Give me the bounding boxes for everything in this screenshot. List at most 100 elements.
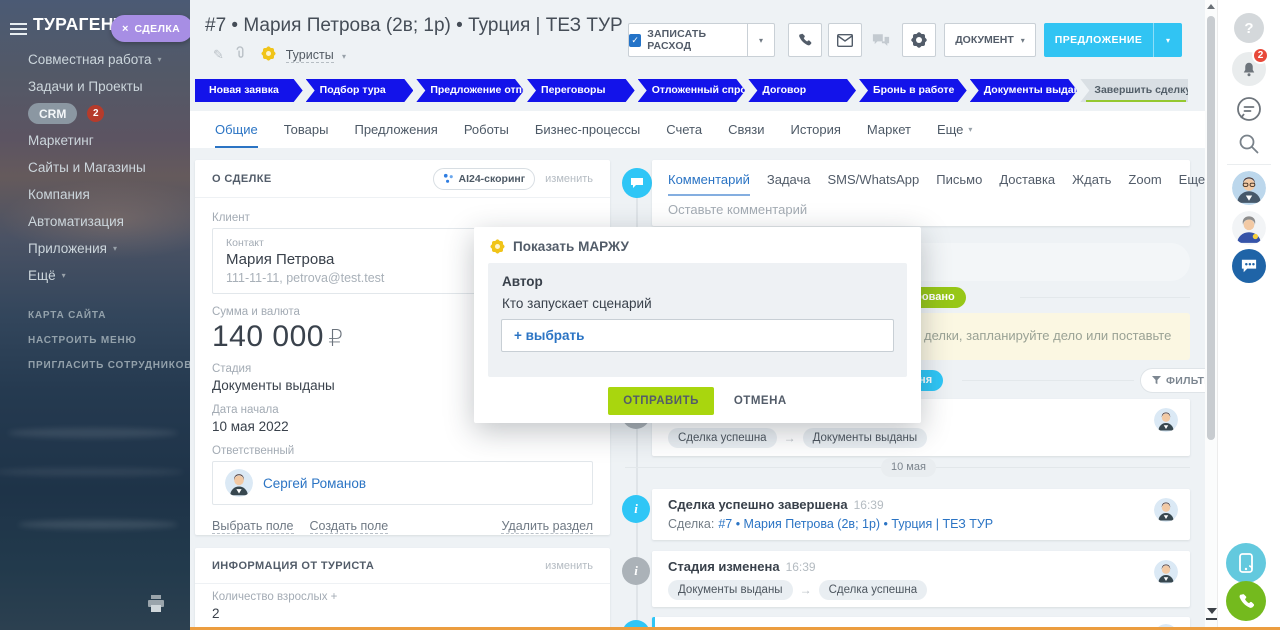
author-hint: Кто запускает сценарий <box>502 296 652 311</box>
tab-bizproc[interactable]: Бизнес-процессы <box>535 111 640 148</box>
stage-from-chip: Сделка успешна <box>668 428 777 448</box>
paperclip-icon[interactable] <box>234 46 246 59</box>
comment-input[interactable]: Оставьте комментарий <box>652 196 1190 223</box>
user-avatar[interactable] <box>1232 171 1266 205</box>
timeline-entry-deal-completed[interactable]: Сделка успешно завершена 16:39 Сделка: #… <box>652 489 1190 540</box>
tab-wait[interactable]: Ждать <box>1072 172 1111 196</box>
stage-contract[interactable]: Договор <box>748 79 856 102</box>
scope-selector[interactable]: Туристы <box>286 48 334 63</box>
crm-pill[interactable]: CRM <box>28 103 77 124</box>
tab-zoom[interactable]: Zoom <box>1128 172 1161 196</box>
sidebar-item-apps[interactable]: Приложения ▾ <box>28 235 162 262</box>
dialog-title: Показать МАРЖУ <box>513 239 629 254</box>
ai-scoring-badge[interactable]: AI24-скоринг <box>433 168 536 190</box>
responsible-box[interactable]: Сергей Романов <box>212 461 593 505</box>
edit-title-pencil-icon[interactable]: ✎ <box>213 47 224 62</box>
stage-offer-sent[interactable]: Предложение отпр... <box>416 79 524 102</box>
scrollbar-thumb[interactable] <box>1207 16 1215 440</box>
tab-robots[interactable]: Роботы <box>464 111 509 148</box>
deal-link[interactable]: #7 • Мария Петрова (2в; 1р) • Турция | Т… <box>718 517 993 531</box>
sidebar-item-tasks[interactable]: Задачи и Проекты <box>28 73 162 100</box>
info-icon: i <box>622 495 650 523</box>
help-icon[interactable]: ? <box>1234 13 1264 43</box>
user-avatar[interactable] <box>1232 211 1266 245</box>
tab-general[interactable]: Общие <box>215 111 258 148</box>
checkbox-icon: ✓ <box>629 34 641 47</box>
hamburger-menu-icon[interactable] <box>10 23 27 35</box>
stage-tour-selection[interactable]: Подбор тура <box>306 79 414 102</box>
create-field-link[interactable]: Создать поле <box>310 519 389 534</box>
proposal-dropdown[interactable]: ▾ <box>1154 23 1182 57</box>
search-icon[interactable] <box>1238 133 1260 160</box>
ai-scoring-icon <box>443 173 454 184</box>
tab-task[interactable]: Задача <box>767 172 811 196</box>
submit-button[interactable]: ОТПРАВИТЬ <box>608 387 714 415</box>
proposal-button[interactable]: ПРЕДЛОЖЕНИЕ ▾ <box>1044 23 1182 57</box>
choose-field-link[interactable]: Выбрать поле <box>212 519 294 534</box>
choose-link[interactable]: + выбрать <box>514 328 584 343</box>
scroll-up-icon[interactable] <box>1207 4 1215 9</box>
call-widget-icon[interactable] <box>1226 581 1266 621</box>
sidebar-item-automation[interactable]: Автоматизация <box>28 208 162 235</box>
planner-note-text: делки, запланируйте дело или поставьте <box>924 328 1171 343</box>
tab-sms-whatsapp[interactable]: SMS/WhatsApp <box>828 172 920 196</box>
stage-negotiation[interactable]: Переговоры <box>527 79 635 102</box>
timeline-entry-stage-changed[interactable]: Стадия изменена 16:39 Документы выданы →… <box>652 551 1190 607</box>
section-title: ИНФОРМАЦИЯ ОТ ТУРИСТА <box>212 560 374 572</box>
stage-booking[interactable]: Бронь в работе <box>859 79 967 102</box>
close-icon[interactable]: × <box>122 23 128 35</box>
tab-history[interactable]: История <box>791 111 841 148</box>
stage-postponed[interactable]: Отложенный спрос <box>638 79 746 102</box>
scrollbar-track[interactable] <box>1205 0 1218 630</box>
author-label: Автор <box>502 274 543 289</box>
chat-button[interactable] <box>864 23 898 57</box>
sidebar-item-crm[interactable]: CRM 2 <box>28 100 162 127</box>
amount-value[interactable]: 140 000 <box>212 320 324 353</box>
tab-products[interactable]: Товары <box>284 111 329 148</box>
mobile-app-icon[interactable] <box>1226 543 1266 583</box>
sidebar-item-collaboration[interactable]: Совместная работа ▾ <box>28 46 162 73</box>
printer-icon[interactable] <box>146 595 166 618</box>
deal-pipeline: Новая заявка Подбор тура Предложение отп… <box>195 79 1188 102</box>
sidebar-item-company[interactable]: Компания <box>28 181 162 208</box>
messenger-icon[interactable] <box>1232 249 1266 283</box>
sidebar-item-sites[interactable]: Сайты и Магазины <box>28 154 162 181</box>
stage-documents-issued[interactable]: Документы выданы <box>970 79 1078 102</box>
configure-menu-link[interactable]: НАСТРОИТЬ МЕНЮ <box>28 335 190 346</box>
settings-button[interactable] <box>902 23 936 57</box>
cancel-button[interactable]: ОТМЕНА <box>734 395 787 407</box>
tab-offers[interactable]: Предложения <box>354 111 437 148</box>
sidebar-item-more[interactable]: Ещё ▾ <box>28 262 162 289</box>
tab-delivery[interactable]: Доставка <box>999 172 1055 196</box>
invite-employees-link[interactable]: ПРИГЛАСИТЬ СОТРУДНИКОВ <box>28 360 190 371</box>
edit-section-link[interactable]: изменить <box>545 560 593 572</box>
stage-new[interactable]: Новая заявка <box>195 79 303 102</box>
scroll-down-icon[interactable] <box>1207 608 1217 614</box>
call-button[interactable] <box>788 23 822 57</box>
tab-invoices[interactable]: Счета <box>666 111 702 148</box>
record-expense-dropdown[interactable]: ▾ <box>748 24 774 56</box>
author-select-input[interactable]: + выбрать <box>501 319 894 352</box>
document-button[interactable]: ДОКУМЕНТ ▾ <box>944 23 1036 57</box>
phone-icon <box>797 32 813 48</box>
record-expense-button[interactable]: ✓ ЗАПИСАТЬ РАСХОД ▾ <box>628 23 775 57</box>
responsible-name-link[interactable]: Сергей Романов <box>263 476 366 491</box>
adults-value[interactable]: 2 <box>212 606 593 621</box>
deal-slider-pill[interactable]: × СДЕЛКА <box>111 15 190 42</box>
sidebar-item-marketing[interactable]: Маркетинг <box>28 127 162 154</box>
tab-links[interactable]: Связи <box>728 111 764 148</box>
email-button[interactable] <box>828 23 862 57</box>
tab-comment[interactable]: Комментарий <box>668 172 750 196</box>
deal-tabs-bar: Общие Товары Предложения Роботы Бизнес-п… <box>190 111 1205 148</box>
tab-market[interactable]: Маркет <box>867 111 911 148</box>
sitemap-link[interactable]: КАРТА САЙТА <box>28 310 190 321</box>
stage-close-deal[interactable]: Завершить сделку <box>1080 79 1188 102</box>
tab-more[interactable]: Еще ▾ <box>937 111 972 148</box>
section-title: О СДЕЛКЕ <box>212 173 272 185</box>
decor-wave <box>18 520 178 529</box>
tab-letter[interactable]: Письмо <box>936 172 982 196</box>
chat-lines-icon[interactable] <box>1235 95 1263 128</box>
delete-section-link[interactable]: Удалить раздел <box>501 519 593 534</box>
edit-section-link[interactable]: изменить <box>545 173 593 185</box>
page-title: #7 • Мария Петрова (2в; 1р) • Турция | Т… <box>205 15 623 36</box>
